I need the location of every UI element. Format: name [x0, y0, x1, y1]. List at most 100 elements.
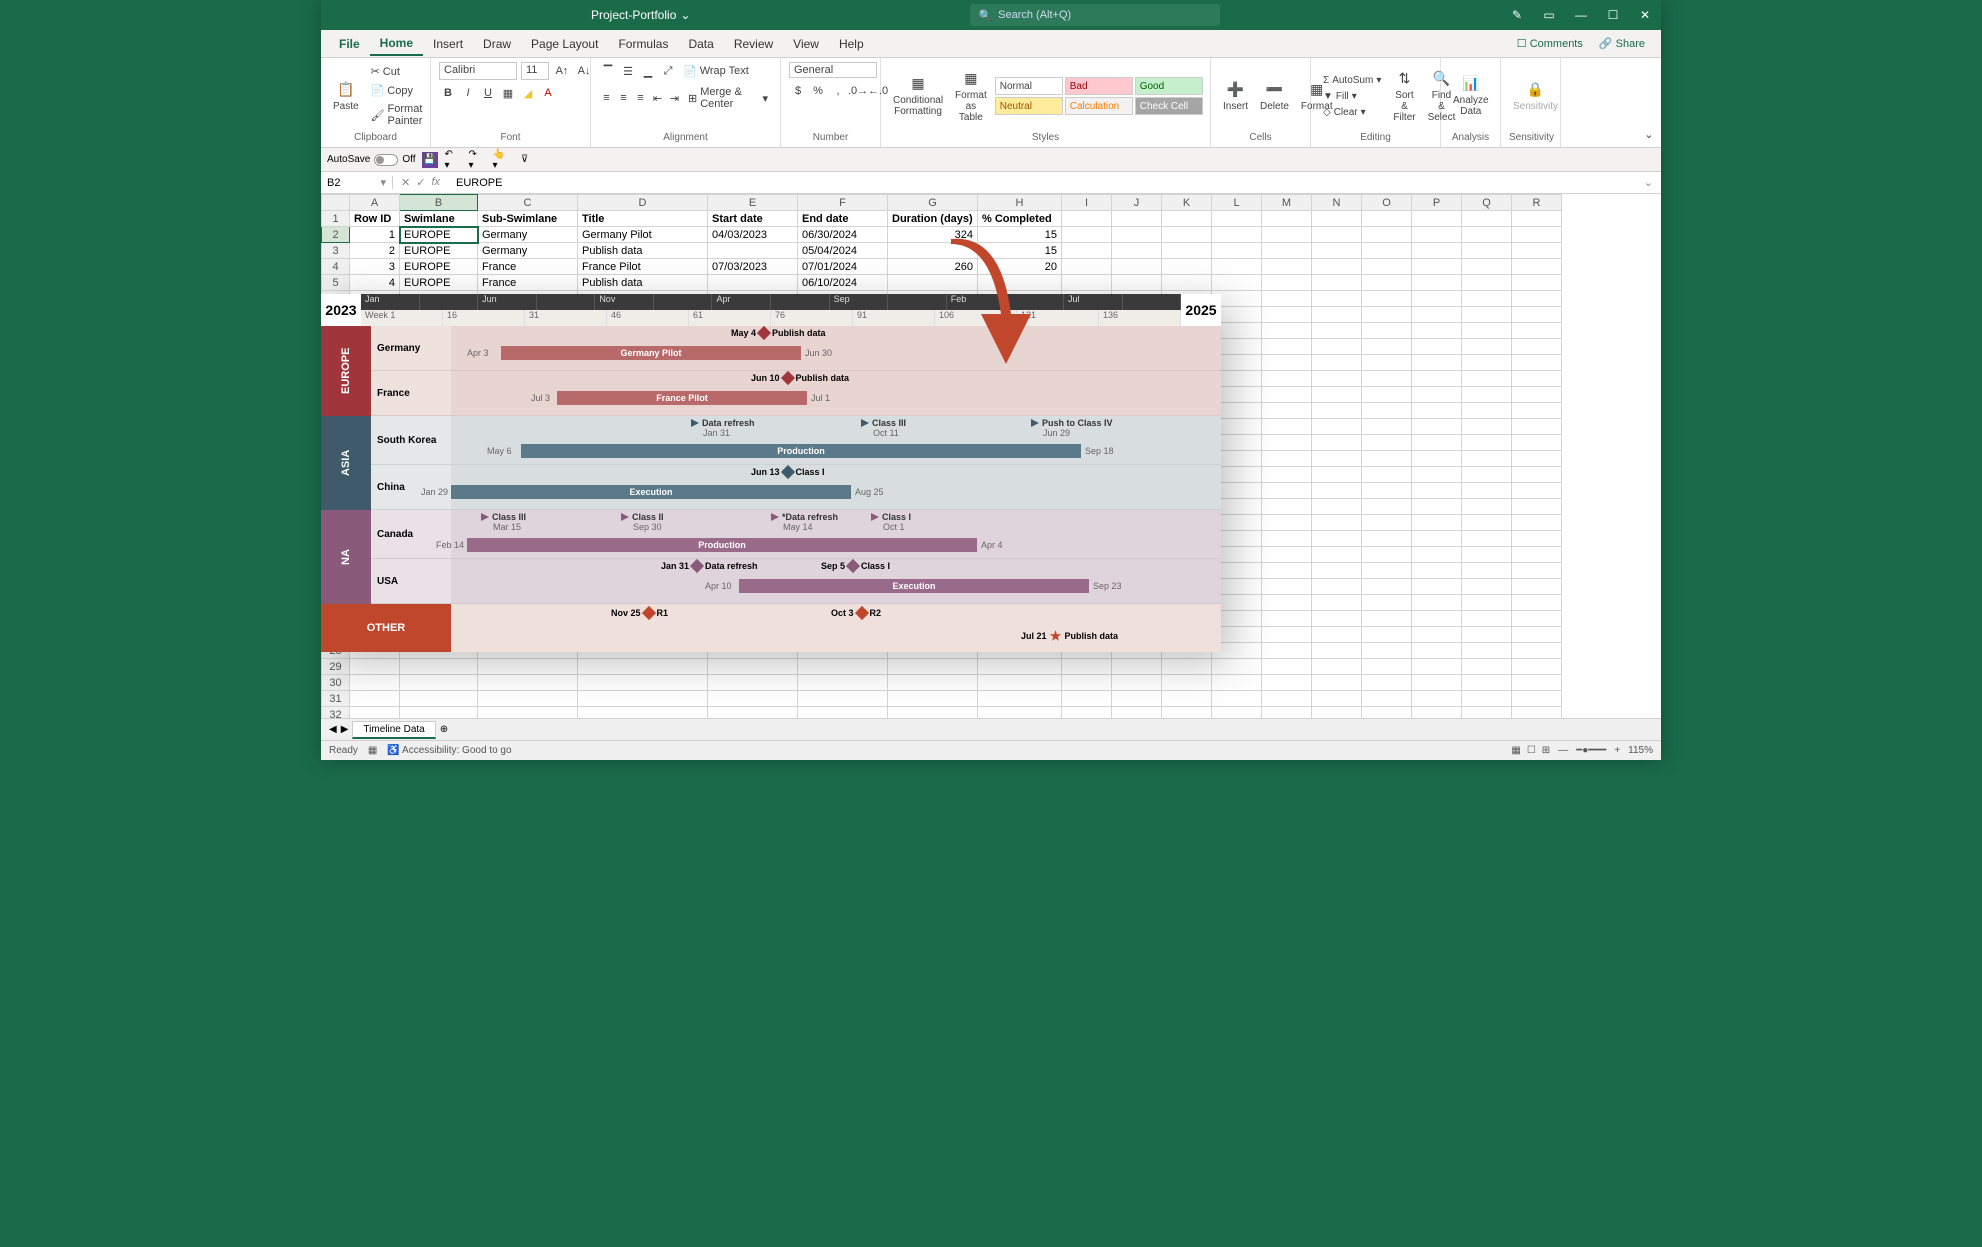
header-cell[interactable]: Row ID: [350, 211, 400, 227]
align-right-icon[interactable]: ≡: [633, 89, 648, 107]
tab-insert[interactable]: Insert: [423, 33, 473, 55]
redo-icon[interactable]: ↷ ▾: [468, 151, 486, 169]
tab-help[interactable]: Help: [829, 33, 874, 55]
cell[interactable]: EUROPE: [400, 227, 478, 243]
header-cell[interactable]: End date: [798, 211, 888, 227]
merge-button[interactable]: ⊞ Merge & Center ▾: [684, 84, 772, 112]
cell[interactable]: [708, 275, 798, 291]
cell[interactable]: France: [478, 259, 578, 275]
cell[interactable]: [888, 243, 978, 259]
paste-button[interactable]: 📋Paste: [329, 79, 363, 114]
italic-icon[interactable]: I: [459, 84, 477, 102]
header-cell[interactable]: Duration (days): [888, 211, 978, 227]
cell[interactable]: 07/03/2023: [708, 259, 798, 275]
wrap-text-button[interactable]: 📄 Wrap Text: [679, 63, 753, 80]
col-header-G[interactable]: G: [888, 195, 978, 211]
expand-formula-icon[interactable]: ⌄: [1636, 176, 1661, 189]
cell[interactable]: 324: [888, 227, 978, 243]
col-header-R[interactable]: R: [1512, 195, 1562, 211]
fill-color-icon[interactable]: ◢: [519, 84, 537, 102]
row-header-4[interactable]: 4: [322, 259, 350, 275]
cell[interactable]: 20: [978, 259, 1062, 275]
status-accessibility[interactable]: ♿ Accessibility: Good to go: [387, 745, 511, 756]
sensitivity-button[interactable]: 🔒Sensitivity: [1509, 79, 1562, 114]
cut-button[interactable]: ✂ Cut: [367, 63, 427, 80]
delete-cells-button[interactable]: ➖Delete: [1256, 79, 1293, 114]
decrease-indent-icon[interactable]: ⇤: [650, 89, 665, 107]
cell[interactable]: [708, 243, 798, 259]
customize-qat-icon[interactable]: ⊽: [516, 151, 534, 169]
currency-icon[interactable]: $: [789, 82, 807, 100]
cell[interactable]: 07/01/2024: [798, 259, 888, 275]
font-name-select[interactable]: Calibri: [439, 62, 517, 80]
pencil-icon[interactable]: ✎: [1501, 0, 1533, 30]
cell[interactable]: [978, 275, 1062, 291]
percent-icon[interactable]: %: [809, 82, 827, 100]
col-header-B[interactable]: B: [400, 195, 478, 211]
cell[interactable]: Publish data: [578, 243, 708, 259]
zoom-level[interactable]: 115%: [1628, 745, 1653, 756]
col-header-F[interactable]: F: [798, 195, 888, 211]
cell[interactable]: Germany: [478, 243, 578, 259]
enter-formula-icon[interactable]: ✓: [416, 176, 425, 189]
row-header-2[interactable]: 2: [322, 227, 350, 243]
view-page-break-icon[interactable]: ⊞: [1542, 745, 1550, 756]
restore-icon[interactable]: ▭: [1533, 0, 1565, 30]
style-good[interactable]: Good: [1135, 77, 1203, 95]
sheet-nav-next-icon[interactable]: ▶: [341, 724, 349, 735]
col-header-A[interactable]: A: [350, 195, 400, 211]
orientation-icon[interactable]: ⤢: [659, 62, 677, 80]
cell[interactable]: EUROPE: [400, 259, 478, 275]
cell[interactable]: 3: [350, 259, 400, 275]
style-normal[interactable]: Normal: [995, 77, 1063, 95]
col-header-P[interactable]: P: [1412, 195, 1462, 211]
align-bottom-icon[interactable]: ▁: [639, 62, 657, 80]
row-header-5[interactable]: 5: [322, 275, 350, 291]
header-cell[interactable]: Title: [578, 211, 708, 227]
cell[interactable]: 06/30/2024: [798, 227, 888, 243]
conditional-formatting-button[interactable]: ▦Conditional Formatting: [889, 73, 947, 119]
collapse-ribbon-icon[interactable]: ⌄: [1637, 58, 1661, 147]
autosum-button[interactable]: Σ AutoSum ▾: [1319, 73, 1385, 88]
border-icon[interactable]: ▦: [499, 84, 517, 102]
row-header-29[interactable]: 29: [322, 659, 350, 675]
col-header-O[interactable]: O: [1362, 195, 1412, 211]
new-sheet-icon[interactable]: ⊕: [440, 724, 448, 735]
col-header-I[interactable]: I: [1062, 195, 1112, 211]
header-cell[interactable]: Start date: [708, 211, 798, 227]
stats-icon[interactable]: ▦: [368, 745, 377, 756]
style-neutral[interactable]: Neutral: [995, 97, 1063, 115]
format-painter-button[interactable]: 🖌 Format Painter: [367, 101, 427, 129]
document-name[interactable]: Project-Portfolio ⌄: [591, 8, 690, 22]
col-header-E[interactable]: E: [708, 195, 798, 211]
cell[interactable]: 15: [978, 243, 1062, 259]
cell[interactable]: France: [478, 275, 578, 291]
view-normal-icon[interactable]: ▦: [1511, 745, 1520, 756]
cell[interactable]: Germany Pilot: [578, 227, 708, 243]
col-header-K[interactable]: K: [1162, 195, 1212, 211]
align-left-icon[interactable]: ≡: [599, 89, 614, 107]
col-header-H[interactable]: H: [978, 195, 1062, 211]
cancel-formula-icon[interactable]: ✕: [401, 176, 410, 189]
cell[interactable]: 4: [350, 275, 400, 291]
fill-button[interactable]: ▼ Fill ▾: [1319, 89, 1385, 104]
analyze-data-button[interactable]: 📊Analyze Data: [1449, 73, 1493, 119]
cell[interactable]: 1: [350, 227, 400, 243]
header-cell[interactable]: % Completed: [978, 211, 1062, 227]
align-center-icon[interactable]: ≡: [616, 89, 631, 107]
tab-review[interactable]: Review: [724, 33, 783, 55]
tab-data[interactable]: Data: [678, 33, 723, 55]
cell[interactable]: [888, 275, 978, 291]
font-size-select[interactable]: 11: [521, 62, 549, 80]
undo-icon[interactable]: ↶ ▾: [444, 151, 462, 169]
name-box[interactable]: B2▾: [321, 176, 393, 189]
row-header-31[interactable]: 31: [322, 691, 350, 707]
clear-button[interactable]: ◇ Clear ▾: [1319, 105, 1385, 120]
align-middle-icon[interactable]: ☰: [619, 62, 637, 80]
cell[interactable]: Germany: [478, 227, 578, 243]
cell[interactable]: 04/03/2023: [708, 227, 798, 243]
comma-icon[interactable]: ,: [829, 82, 847, 100]
insert-cells-button[interactable]: ➕Insert: [1219, 79, 1252, 114]
increase-indent-icon[interactable]: ⇥: [667, 89, 682, 107]
align-top-icon[interactable]: ▔: [599, 62, 617, 80]
